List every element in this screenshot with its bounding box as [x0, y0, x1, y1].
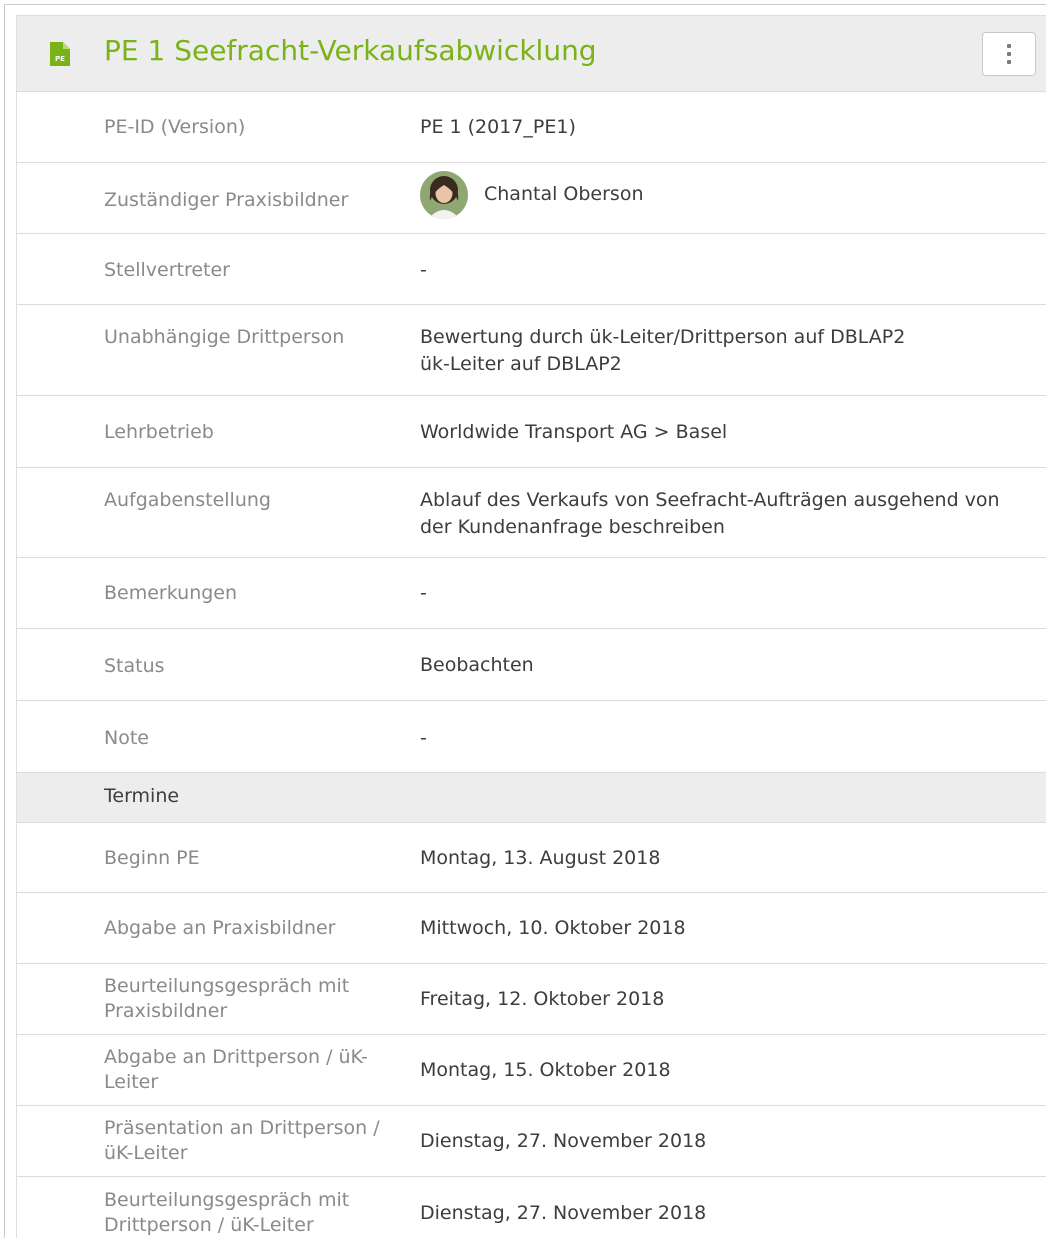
detail-row-task: Aufgabenstellung Ablauf des Verkaufs von…: [17, 468, 1046, 558]
grade-label: Note: [104, 727, 149, 749]
date-row-start: Beginn PE Montag, 13. August 2018: [17, 823, 1046, 893]
status-label: Status: [104, 655, 165, 677]
review-trainer-label-line-2: Praxisbildner: [104, 1000, 228, 1022]
remarks-label: Bemerkungen: [104, 582, 238, 604]
deputy-label: Stellvertreter: [104, 259, 230, 281]
pe-id-label: PE-ID (Version): [104, 116, 246, 138]
review-trainer-value: Freitag, 12. Oktober 2018: [420, 988, 665, 1010]
third-party-label: Unabhängige Drittperson: [104, 326, 345, 348]
review-trainer-label: Beurteilungsgespräch mit Praxisbildner: [104, 974, 394, 1024]
review-trainer-label-line-1: Beurteilungsgespräch mit: [104, 975, 350, 997]
document-pe-icon: PE: [50, 42, 70, 66]
presentation-label: Präsentation an Drittperson / üK-Leiter: [104, 1116, 394, 1166]
detail-row-remarks: Bemerkungen -: [17, 558, 1046, 629]
submit-third-label-line-2: Leiter: [104, 1071, 159, 1093]
remarks-value: -: [420, 582, 427, 604]
pe-detail-panel: PE PE 1 Seefracht-Verkaufsabwicklung PE-…: [16, 15, 1046, 1238]
dates-section-header: Termine: [17, 773, 1046, 823]
avatar[interactable]: [420, 171, 468, 219]
detail-row-status: Status Beobachten: [17, 629, 1046, 701]
date-row-review-trainer: Beurteilungsgespräch mit Praxisbildner F…: [17, 964, 1046, 1035]
third-party-line-1: Bewertung durch ük-Leiter/Drittperson au…: [420, 326, 906, 348]
submit-trainer-label: Abgabe an Praxisbildner: [104, 917, 336, 939]
third-party-line-2: ük-Leiter auf DBLAP2: [420, 353, 622, 375]
company-value: Worldwide Transport AG > Basel: [420, 421, 728, 443]
presentation-label-line-1: Präsentation an Drittperson /: [104, 1117, 380, 1139]
submit-third-label: Abgabe an Drittperson / üK- Leiter: [104, 1045, 394, 1095]
task-line-2: der Kundenanfrage beschreiben: [420, 516, 725, 538]
detail-row-deputy: Stellvertreter -: [17, 234, 1046, 305]
review-third-value: Dienstag, 27. November 2018: [420, 1202, 707, 1224]
detail-row-trainer: Zuständiger Praxisbildner Chantal Oberso…: [17, 163, 1046, 234]
status-value: Beobachten: [420, 654, 534, 676]
detail-row-company: Lehrbetrieb Worldwide Transport AG > Bas…: [17, 396, 1046, 468]
task-value: Ablauf des Verkaufs von Seefracht-Aufträ…: [420, 487, 1040, 541]
date-row-presentation: Präsentation an Drittperson / üK-Leiter …: [17, 1106, 1046, 1177]
presentation-label-line-2: üK-Leiter: [104, 1142, 188, 1164]
deputy-value: -: [420, 259, 427, 281]
review-third-label: Beurteilungsgespräch mit Drittperson / ü…: [104, 1188, 394, 1238]
trainer-label: Zuständiger Praxisbildner: [104, 189, 349, 211]
trainer-name[interactable]: Chantal Oberson: [484, 183, 644, 205]
date-row-submit-third: Abgabe an Drittperson / üK- Leiter Monta…: [17, 1035, 1046, 1106]
third-party-value: Bewertung durch ük-Leiter/Drittperson au…: [420, 324, 1040, 378]
vertical-ellipsis-icon: [1007, 44, 1011, 48]
detail-row-pe-id: PE-ID (Version) PE 1 (2017_PE1): [17, 92, 1046, 163]
submit-third-label-line-1: Abgabe an Drittperson / üK-: [104, 1046, 368, 1068]
task-line-1: Ablauf des Verkaufs von Seefracht-Aufträ…: [420, 489, 1000, 511]
detail-row-third-party: Unabhängige Drittperson Bewertung durch …: [17, 305, 1046, 396]
review-third-label-line-1: Beurteilungsgespräch mit: [104, 1189, 350, 1211]
dates-section-title: Termine: [104, 785, 180, 807]
svg-text:PE: PE: [55, 55, 65, 63]
submit-third-value: Montag, 15. Oktober 2018: [420, 1059, 671, 1081]
date-row-review-third: Beurteilungsgespräch mit Drittperson / ü…: [17, 1177, 1046, 1238]
pe-id-value: PE 1 (2017_PE1): [420, 116, 576, 138]
presentation-value: Dienstag, 27. November 2018: [420, 1130, 707, 1152]
company-label: Lehrbetrieb: [104, 421, 214, 443]
submit-trainer-value: Mittwoch, 10. Oktober 2018: [420, 917, 686, 939]
detail-row-grade: Note -: [17, 701, 1046, 773]
date-row-submit-trainer: Abgabe an Praxisbildner Mittwoch, 10. Ok…: [17, 893, 1046, 964]
page-title: PE 1 Seefracht-Verkaufsabwicklung: [104, 34, 597, 67]
start-value: Montag, 13. August 2018: [420, 847, 661, 869]
review-third-label-line-2: Drittperson / üK-Leiter: [104, 1214, 314, 1236]
panel-header: PE PE 1 Seefracht-Verkaufsabwicklung: [17, 16, 1046, 92]
browser-frame: PE PE 1 Seefracht-Verkaufsabwicklung PE-…: [4, 4, 1046, 1238]
grade-value: -: [420, 727, 427, 749]
start-label: Beginn PE: [104, 847, 200, 869]
task-label: Aufgabenstellung: [104, 489, 271, 511]
more-options-button[interactable]: [982, 32, 1036, 76]
